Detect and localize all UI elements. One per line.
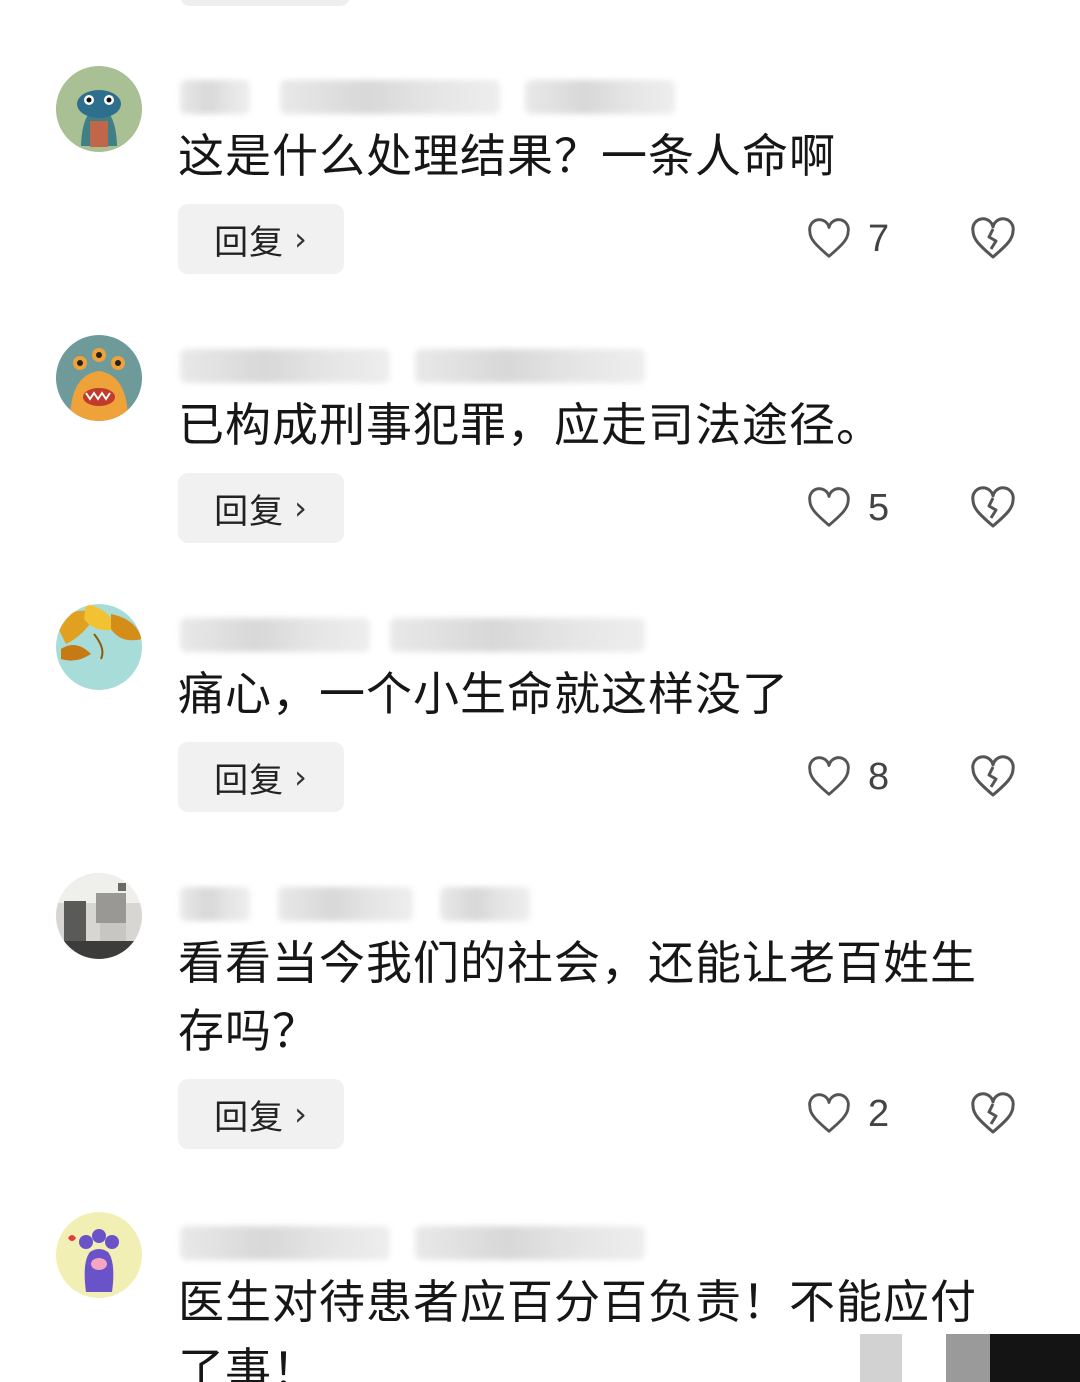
like-button[interactable]: 5 xyxy=(806,473,889,543)
chevron-right-icon: › xyxy=(294,1095,308,1133)
like-count: 5 xyxy=(868,486,890,529)
reply-button[interactable]: 回复 › xyxy=(178,1079,344,1149)
dislike-button[interactable] xyxy=(968,1079,1018,1149)
like-button[interactable]: 8 xyxy=(806,742,889,812)
reply-label: 回复 xyxy=(214,222,285,263)
like-count: 8 xyxy=(868,755,890,798)
user-avatar[interactable] xyxy=(56,66,142,152)
watermark-pixel xyxy=(860,1334,902,1382)
user-avatar[interactable] xyxy=(56,604,142,690)
dislike-button[interactable] xyxy=(968,473,1018,543)
comment-feed: 这是什么处理结果？一条人命啊 回复 › 7 已构成刑事犯罪，应走司法途径。 回复… xyxy=(0,0,1080,1382)
previous-reply-button-edge[interactable] xyxy=(180,0,350,6)
like-count: 7 xyxy=(868,217,890,260)
comment-text: 痛心，一个小生命就这样没了 xyxy=(178,667,789,721)
reply-label: 回复 xyxy=(214,760,285,801)
broken-heart-icon xyxy=(971,486,1015,528)
reply-label: 回复 xyxy=(214,1097,285,1138)
blurred-username-meta xyxy=(180,887,700,921)
blurred-username-meta xyxy=(180,1226,700,1260)
reply-button[interactable]: 回复 › xyxy=(178,742,344,812)
user-avatar[interactable] xyxy=(56,873,142,959)
blurred-username-meta xyxy=(180,349,700,383)
broken-heart-icon xyxy=(971,1092,1015,1134)
heart-outline-icon xyxy=(808,218,850,258)
chevron-right-icon: › xyxy=(294,758,308,796)
like-button[interactable]: 2 xyxy=(806,1079,889,1149)
user-avatar[interactable] xyxy=(56,1212,142,1298)
heart-outline-icon xyxy=(808,756,850,796)
like-button[interactable]: 7 xyxy=(806,204,889,274)
watermark-pixel xyxy=(946,1334,990,1382)
watermark-pixel xyxy=(990,1334,1080,1382)
comment-text: 这是什么处理结果？一条人命啊 xyxy=(178,129,836,183)
comment-text: 看看当今我们的社会，还能让老百姓生存吗？ xyxy=(178,936,977,1058)
like-count: 2 xyxy=(868,1092,890,1135)
blurred-username-meta xyxy=(180,80,700,114)
broken-heart-icon xyxy=(971,217,1015,259)
user-avatar[interactable] xyxy=(56,335,142,421)
comment-text: 已构成刑事犯罪，应走司法途径。 xyxy=(178,398,883,452)
chevron-right-icon: › xyxy=(294,220,308,258)
reply-label: 回复 xyxy=(214,491,285,532)
heart-outline-icon xyxy=(808,1093,850,1133)
dislike-button[interactable] xyxy=(968,204,1018,274)
broken-heart-icon xyxy=(971,755,1015,797)
reply-button[interactable]: 回复 › xyxy=(178,473,344,543)
chevron-right-icon: › xyxy=(294,489,308,527)
reply-button[interactable]: 回复 › xyxy=(178,204,344,274)
heart-outline-icon xyxy=(808,487,850,527)
blurred-username-meta xyxy=(180,618,700,652)
dislike-button[interactable] xyxy=(968,742,1018,812)
